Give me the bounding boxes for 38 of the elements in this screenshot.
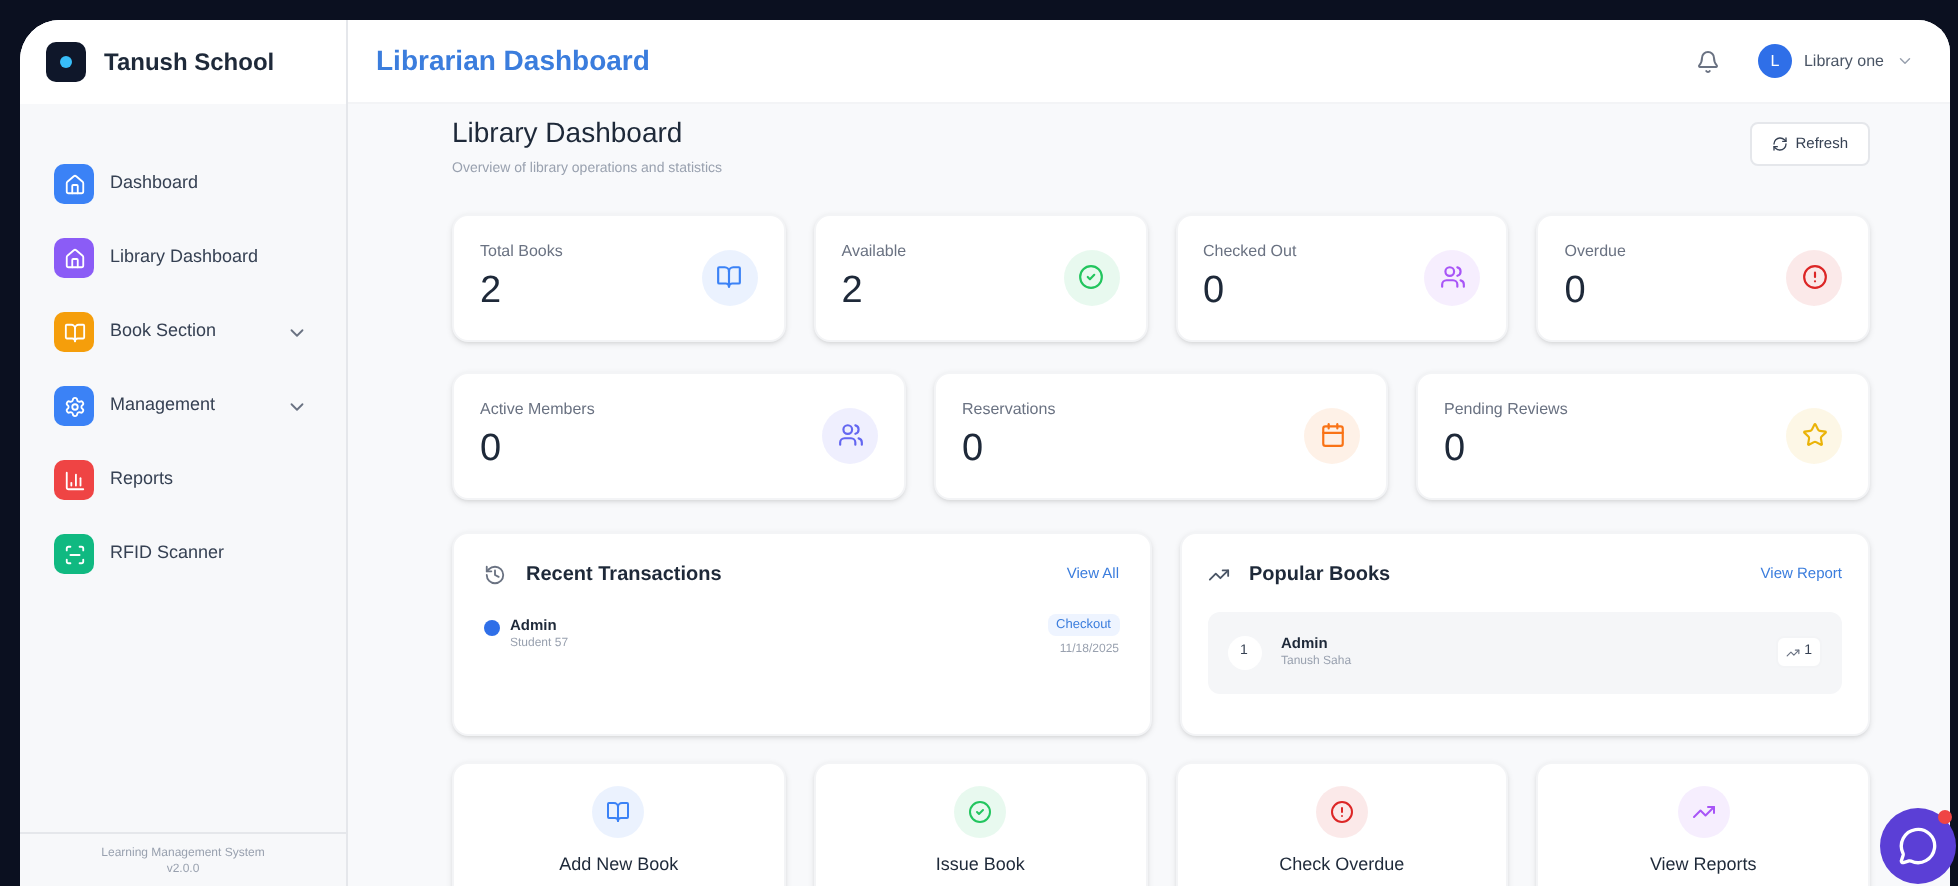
sidebar-item[interactable]: Book Section (54, 308, 312, 356)
sidebar-item[interactable]: Library Dashboard (54, 234, 312, 282)
page-title: Library Dashboard (452, 114, 685, 152)
user-menu[interactable]: L Library one (1757, 44, 1914, 78)
stat-label: Pending Reviews (1444, 397, 1568, 422)
sidebar-item[interactable]: Dashboard (54, 160, 312, 208)
sidebar-item[interactable]: Reports (54, 456, 312, 504)
brand-name: Tanush School (104, 46, 275, 80)
logo-icon (46, 42, 86, 82)
action-card[interactable]: Add New Book (452, 761, 786, 886)
stat-label: Total Books (480, 239, 563, 264)
stat-value: 0 (1564, 267, 1588, 315)
refresh-icon (1771, 136, 1788, 152)
panel-title: Popular Books (1249, 561, 1391, 589)
stat-value: 0 (1444, 425, 1468, 473)
stat-label: Reservations (962, 397, 1056, 422)
action-card[interactable]: Issue Book (813, 761, 1147, 886)
stat-value: 2 (480, 267, 504, 315)
stat-label: Checked Out (1203, 239, 1297, 264)
bell-icon[interactable] (1695, 49, 1720, 73)
trend-icon (1786, 645, 1801, 659)
header-title: Librarian Dashboard (376, 42, 652, 80)
stat-value: 0 (962, 425, 986, 473)
panel-title: Recent Transactions (526, 561, 722, 589)
history-icon (484, 563, 506, 585)
action-card[interactable]: View Reports (1536, 761, 1870, 886)
stat-value: 2 (841, 267, 865, 315)
action-card[interactable]: Check Overdue (1175, 761, 1509, 886)
stat-label: Available (841, 239, 907, 264)
stat-label: Active Members (480, 397, 595, 422)
sidebar-item[interactable]: RFID Scanner (54, 530, 312, 578)
sidebar-item[interactable]: Management (54, 382, 312, 430)
stat-value: 0 (480, 425, 504, 473)
avatar: L (1757, 44, 1792, 78)
chevron-down-icon (1896, 52, 1914, 70)
chat-icon (1898, 826, 1938, 866)
stat-label: Overdue (1564, 239, 1626, 264)
stat-value: 0 (1203, 267, 1227, 315)
